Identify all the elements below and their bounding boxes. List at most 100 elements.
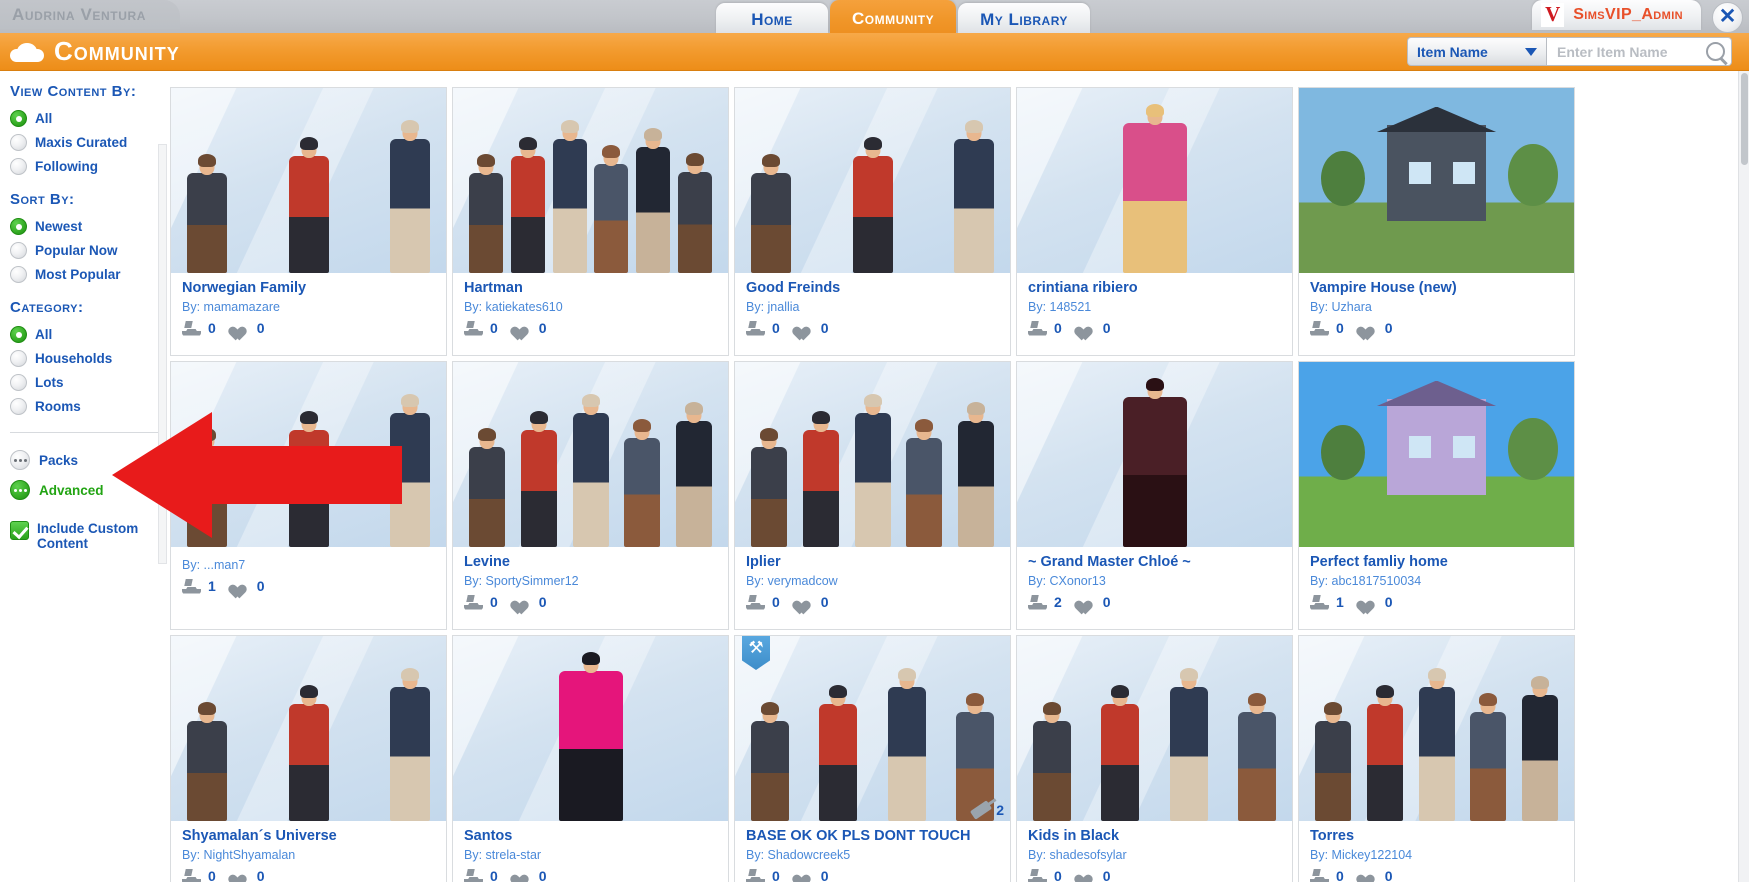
card-thumbnail[interactable]	[1017, 636, 1292, 821]
scrollbar-thumb[interactable]	[1741, 73, 1748, 165]
download-icon	[746, 869, 765, 882]
search-icon[interactable]	[1706, 42, 1725, 61]
checkmark-icon[interactable]	[10, 521, 29, 540]
gallery-card[interactable]: ⚒ 2 BASE OK OK PLS DONT TOUCH By: Shadowcre…	[734, 635, 1011, 882]
favorite-count: 0	[1102, 320, 1111, 336]
user-account-tab[interactable]: V SimsVIP_Admin	[1532, 0, 1701, 30]
ellipsis-icon[interactable]	[10, 480, 30, 500]
card-thumbnail[interactable]	[1017, 362, 1292, 547]
card-author[interactable]: By: NightShyamalan	[182, 848, 436, 862]
card-title[interactable]: Santos	[464, 828, 718, 844]
radio-icon[interactable]	[10, 325, 27, 343]
card-title[interactable]: ~ Grand Master Chloé ~	[1028, 554, 1282, 570]
card-thumbnail[interactable]	[453, 362, 728, 547]
radio-icon[interactable]	[10, 133, 27, 151]
card-thumbnail[interactable]	[1299, 362, 1574, 547]
background-window-title: Audrina Ventura	[0, 0, 180, 29]
search-input[interactable]	[1557, 43, 1697, 60]
card-title[interactable]: BASE OK OK PLS DONT TOUCH	[746, 828, 1000, 844]
card-author[interactable]: By: Shadowcreek5	[746, 848, 1000, 862]
card-thumbnail[interactable]: ⚒ 2	[735, 636, 1010, 821]
sidebar-item-most-popular[interactable]: Most Popular	[8, 262, 168, 286]
radio-icon[interactable]	[10, 349, 27, 367]
sidebar-item-households[interactable]: Households	[8, 346, 168, 370]
card-title[interactable]: crintiana ribiero	[1028, 280, 1282, 296]
download-stat: 0	[1310, 868, 1344, 882]
card-title[interactable]: Kids in Black	[1028, 828, 1282, 844]
gallery-card[interactable]: Kids in Black By: shadesofsylar 0 +0	[1016, 635, 1293, 882]
sidebar-item-popular-now[interactable]: Popular Now	[8, 238, 168, 262]
sidebar-item-category-all[interactable]: All	[8, 322, 168, 346]
card-thumbnail[interactable]	[453, 88, 728, 273]
gallery-card[interactable]: Levine By: SportySimmer12 0 +0	[452, 361, 729, 630]
ellipsis-icon[interactable]	[10, 450, 30, 470]
card-title[interactable]: Norwegian Family	[182, 280, 436, 296]
card-title[interactable]: Iplier	[746, 554, 1000, 570]
card-thumbnail[interactable]	[171, 636, 446, 821]
card-author[interactable]: By: katiekates610	[464, 300, 718, 314]
gallery-card[interactable]: crintiana ribiero By: 148521 0 +0	[1016, 87, 1293, 356]
radio-icon[interactable]	[10, 397, 27, 415]
card-author[interactable]: By: abc1817510034	[1310, 574, 1564, 588]
card-author[interactable]: By: CXonor13	[1028, 574, 1282, 588]
card-author[interactable]: By: verymadcow	[746, 574, 1000, 588]
sidebar-item-lots[interactable]: Lots	[8, 370, 168, 394]
radio-icon[interactable]	[10, 241, 27, 259]
gallery-card[interactable]: Iplier By: verymadcow 0 +0	[734, 361, 1011, 630]
card-thumbnail[interactable]	[1299, 88, 1574, 273]
close-icon[interactable]: ✕	[1712, 2, 1743, 33]
card-title[interactable]: Torres	[1310, 828, 1564, 844]
sidebar-item-view-all[interactable]: All	[8, 106, 168, 130]
gallery-card[interactable]: Perfect famliy home By: abc1817510034 1 +0	[1298, 361, 1575, 630]
card-author[interactable]: By: 148521	[1028, 300, 1282, 314]
search-filter-dropdown[interactable]: Item Name	[1407, 37, 1547, 66]
card-author[interactable]: By: Uzhara	[1310, 300, 1564, 314]
gallery-card[interactable]: Torres By: Mickey122104 0 +0	[1298, 635, 1575, 882]
radio-icon[interactable]	[10, 157, 27, 175]
gallery-card[interactable]: Good Freinds By: jnallia 0 +0	[734, 87, 1011, 356]
gallery-card[interactable]: Norwegian Family By: mamamazare 0 +0	[170, 87, 447, 356]
card-thumbnail[interactable]	[1017, 88, 1292, 273]
gallery-card[interactable]: Santos By: strela-star 0 +0	[452, 635, 729, 882]
tab-community[interactable]: Community	[830, 0, 957, 33]
card-author[interactable]: By: ...man7	[182, 558, 436, 572]
favorite-count: 0	[538, 320, 547, 336]
sim-figure	[390, 120, 430, 273]
favorite-count: 0	[820, 594, 829, 610]
card-title[interactable]: Levine	[464, 554, 718, 570]
card-title[interactable]: Shyamalan´s Universe	[182, 828, 436, 844]
tab-home[interactable]: Home	[716, 3, 828, 33]
card-author[interactable]: By: mamamazare	[182, 300, 436, 314]
download-count: 0	[1336, 320, 1344, 336]
card-thumbnail[interactable]	[735, 88, 1010, 273]
radio-icon[interactable]	[10, 265, 27, 283]
tab-my-library[interactable]: My Library	[958, 3, 1090, 33]
gallery-card[interactable]: ~ Grand Master Chloé ~ By: CXonor13 2 +0	[1016, 361, 1293, 630]
download-count: 1	[208, 578, 216, 594]
card-author[interactable]: By: Mickey122104	[1310, 848, 1564, 862]
sidebar-item-maxis-curated[interactable]: Maxis Curated	[8, 130, 168, 154]
card-author[interactable]: By: SportySimmer12	[464, 574, 718, 588]
card-author[interactable]: By: jnallia	[746, 300, 1000, 314]
sidebar-item-newest[interactable]: Newest	[8, 214, 168, 238]
gallery-card[interactable]: Hartman By: katiekates610 0 +0	[452, 87, 729, 356]
card-title[interactable]: Perfect famliy home	[1310, 554, 1564, 570]
sidebar-item-following[interactable]: Following	[8, 154, 168, 178]
sidebar-label: Lots	[35, 374, 64, 390]
radio-icon[interactable]	[10, 109, 27, 127]
radio-icon[interactable]	[10, 217, 27, 235]
search-input-wrapper[interactable]	[1547, 37, 1732, 66]
card-author[interactable]: By: strela-star	[464, 848, 718, 862]
gallery-card[interactable]: Shyamalan´s Universe By: NightShyamalan 0 +…	[170, 635, 447, 882]
card-title[interactable]: Hartman	[464, 280, 718, 296]
card-thumbnail[interactable]	[453, 636, 728, 821]
content-scrollbar[interactable]	[1738, 71, 1749, 882]
card-title[interactable]: Vampire House (new)	[1310, 280, 1564, 296]
card-title[interactable]: Good Freinds	[746, 280, 1000, 296]
card-thumbnail[interactable]	[171, 88, 446, 273]
card-thumbnail[interactable]	[735, 362, 1010, 547]
radio-icon[interactable]	[10, 373, 27, 391]
card-author[interactable]: By: shadesofsylar	[1028, 848, 1282, 862]
gallery-card[interactable]: Vampire House (new) By: Uzhara 0 +0	[1298, 87, 1575, 356]
card-thumbnail[interactable]	[1299, 636, 1574, 821]
